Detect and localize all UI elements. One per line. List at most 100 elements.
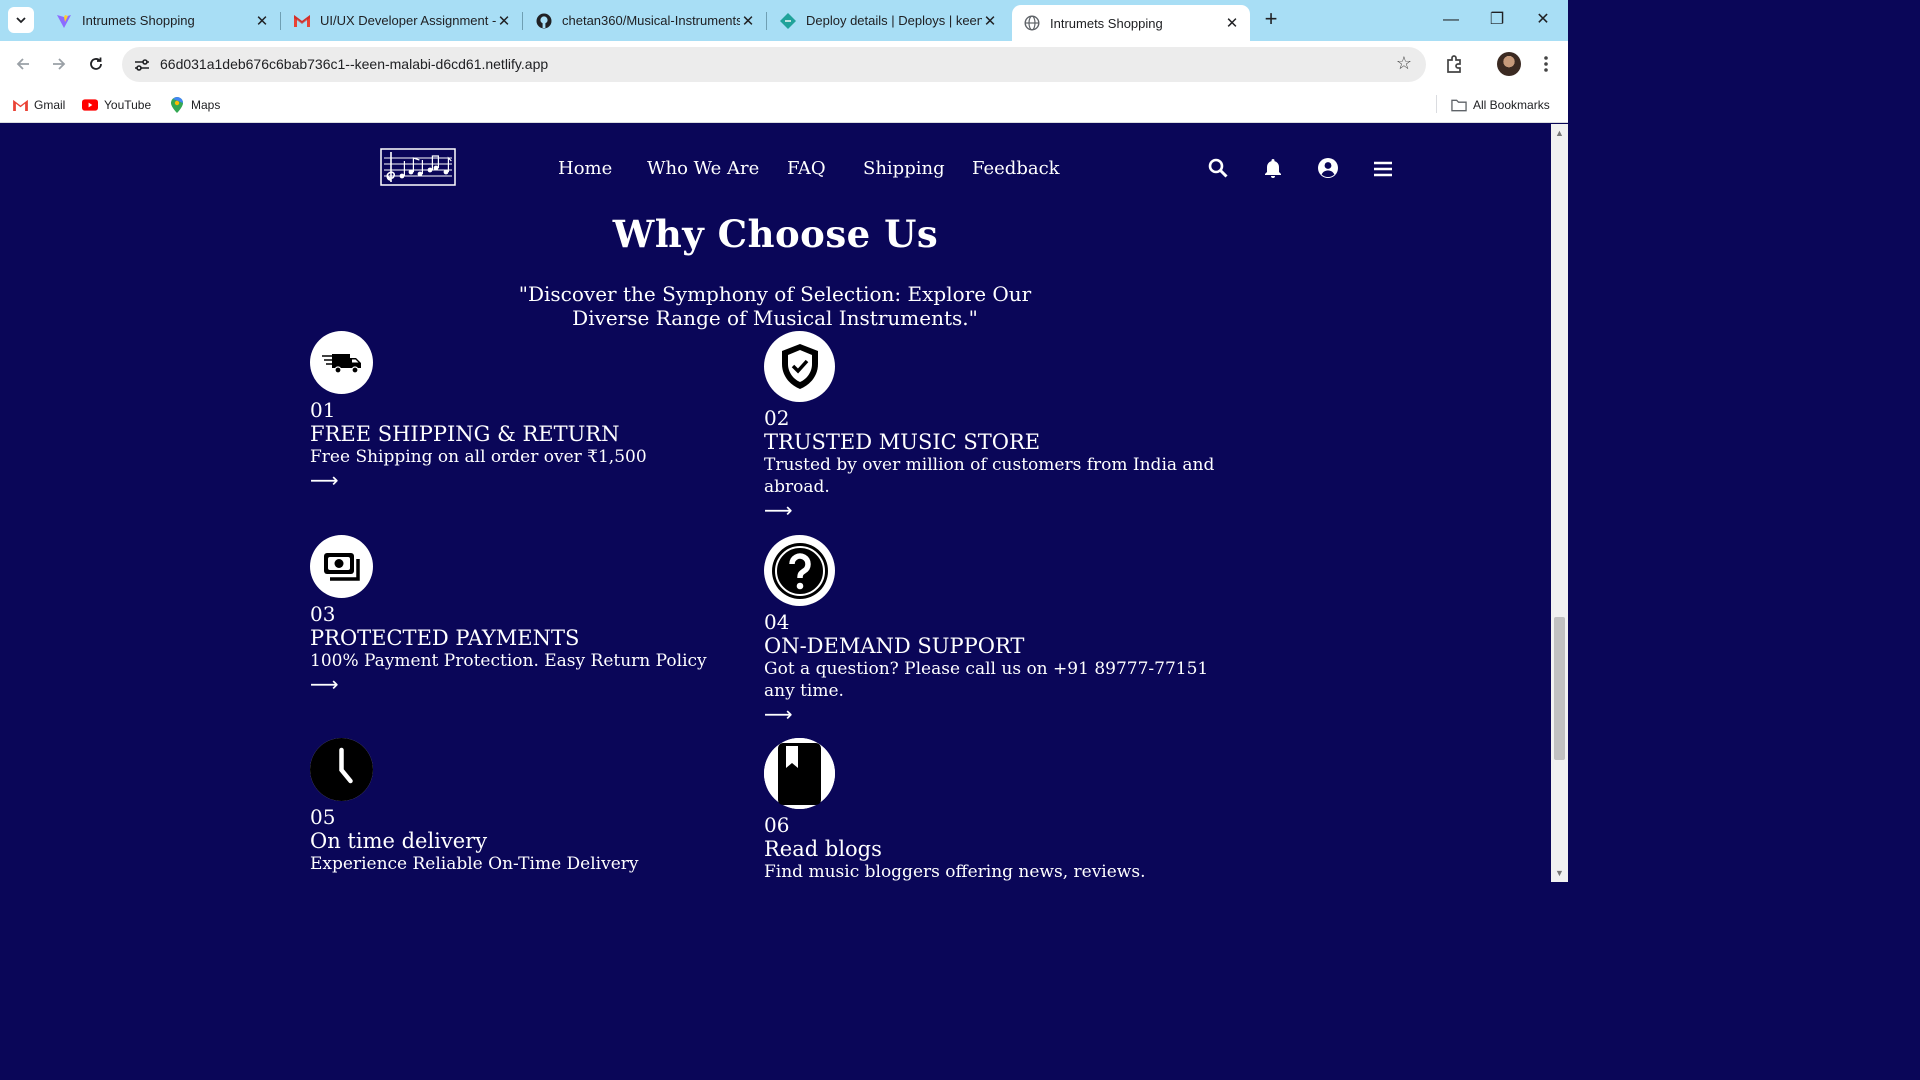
chevron-down-icon xyxy=(16,17,26,24)
browser-tab-5[interactable]: Intrumets Shopping ✕ xyxy=(1012,5,1250,41)
feature-description: Find music bloggers offering news, revie… xyxy=(764,862,1146,882)
browser-tab-2[interactable]: UI/UX Developer Assignment - ✕ xyxy=(282,6,522,35)
arrow-right-icon[interactable]: ⟶ xyxy=(310,877,780,882)
gmail-icon xyxy=(294,13,310,29)
restore-button[interactable]: ❐ xyxy=(1474,6,1520,34)
feature-title: ON-DEMAND SUPPORT xyxy=(764,634,1025,658)
nav-faq[interactable]: FAQ xyxy=(787,158,826,179)
bookmark-youtube[interactable]: YouTube xyxy=(82,96,151,114)
tab-separator xyxy=(766,12,767,30)
tab-title: Deploy details | Deploys | keen- xyxy=(806,13,982,28)
minimize-button[interactable]: — xyxy=(1428,6,1474,34)
back-arrow-icon xyxy=(16,58,29,70)
bookmarks-bar: Gmail YouTube Maps All Bookmarks xyxy=(0,87,1568,123)
more-menu-icon[interactable] xyxy=(1534,52,1558,76)
netlify-icon xyxy=(780,12,796,29)
browser-tab-3[interactable]: chetan360/Musical-Instruments ✕ xyxy=(524,6,766,35)
nav-who-we-are[interactable]: Who We Are xyxy=(647,158,759,179)
address-bar[interactable]: 66d031a1deb676c6bab736c1--keen-malabi-d6… xyxy=(122,47,1426,82)
feature-number: 05 xyxy=(310,805,336,829)
feature-card-2: 02 TRUSTED MUSIC STORE Trusted by over m… xyxy=(764,331,1234,520)
feature-card-5: 05 On time delivery Experience Reliable … xyxy=(310,738,780,882)
page-scrollbar[interactable]: ▲ ▼ xyxy=(1551,124,1568,882)
forward-arrow-icon xyxy=(53,58,66,70)
scroll-down-arrow-icon[interactable]: ▼ xyxy=(1555,868,1564,878)
feature-description: Trusted by over million of customers fro… xyxy=(764,455,1215,497)
github-icon xyxy=(536,13,552,29)
bookmark-label: Maps xyxy=(191,98,221,112)
all-bookmarks-button[interactable]: All Bookmarks xyxy=(1451,96,1550,114)
globe-icon xyxy=(1024,15,1040,31)
bookmark-gmail[interactable]: Gmail xyxy=(12,96,65,114)
section-title: Why Choose Us xyxy=(612,212,939,256)
nav-feedback[interactable]: Feedback xyxy=(972,158,1060,179)
new-tab-button[interactable]: + xyxy=(1259,8,1283,32)
browser-tab-4[interactable]: Deploy details | Deploys | keen- ✕ xyxy=(768,6,1008,35)
feature-number: 03 xyxy=(310,602,336,626)
tab-close-icon[interactable]: ✕ xyxy=(1224,14,1240,32)
feature-description: 100% Payment Protection. Easy Return Pol… xyxy=(310,651,707,671)
scroll-up-arrow-icon[interactable]: ▲ xyxy=(1555,128,1564,138)
site-logo[interactable] xyxy=(380,148,456,186)
arrow-right-icon[interactable]: ⟶ xyxy=(310,470,780,490)
scrollbar-thumb[interactable] xyxy=(1554,617,1565,760)
arrow-right-icon[interactable]: ⟶ xyxy=(310,674,780,694)
bookmarks-divider xyxy=(1436,95,1437,113)
arrow-right-icon[interactable]: ⟶ xyxy=(764,704,1234,724)
reload-button[interactable] xyxy=(81,49,111,79)
tab-search-button[interactable] xyxy=(8,7,34,33)
book-icon xyxy=(764,738,835,809)
truck-icon xyxy=(310,331,373,394)
feature-title: FREE SHIPPING & RETURN xyxy=(310,422,620,446)
bookmark-label: YouTube xyxy=(104,98,152,112)
bookmark-label: Gmail xyxy=(34,98,66,112)
profile-avatar[interactable] xyxy=(1497,52,1521,76)
nav-home[interactable]: Home xyxy=(558,158,612,179)
all-bookmarks-label: All Bookmarks xyxy=(1473,98,1550,112)
extensions-icon[interactable] xyxy=(1442,52,1466,76)
gmail-icon xyxy=(12,98,28,112)
feature-title: PROTECTED PAYMENTS xyxy=(310,626,580,650)
maps-icon xyxy=(169,97,185,113)
tab-title: chetan360/Musical-Instruments xyxy=(562,13,740,28)
bell-icon[interactable] xyxy=(1261,156,1285,180)
feature-number: 02 xyxy=(764,406,790,430)
nav-shipping[interactable]: Shipping xyxy=(863,158,945,179)
close-window-button[interactable]: ✕ xyxy=(1520,6,1566,34)
folder-icon xyxy=(1451,98,1467,112)
question-icon xyxy=(764,535,835,606)
feature-description: Experience Reliable On-Time Delivery xyxy=(310,854,639,874)
tab-close-icon[interactable]: ✕ xyxy=(982,12,998,30)
feature-title: TRUSTED MUSIC STORE xyxy=(764,430,1041,454)
tab-title: Intrumets Shopping xyxy=(82,13,195,28)
search-icon[interactable] xyxy=(1206,156,1230,180)
feature-number: 06 xyxy=(764,813,790,837)
money-icon xyxy=(310,535,373,598)
tab-title: UI/UX Developer Assignment - xyxy=(320,13,496,28)
tab-close-icon[interactable]: ✕ xyxy=(496,12,512,30)
clock-icon xyxy=(310,738,373,801)
browser-tab-strip: Intrumets Shopping ✕ UI/UX Developer Ass… xyxy=(0,0,1568,41)
vite-icon xyxy=(56,13,72,29)
tab-close-icon[interactable]: ✕ xyxy=(254,12,270,30)
tab-close-icon[interactable]: ✕ xyxy=(740,12,756,30)
shield-check-icon xyxy=(764,331,835,402)
arrow-right-icon[interactable]: ⟶ xyxy=(764,500,1234,520)
feature-description: Got a question? Please call us on +91 89… xyxy=(764,659,1209,701)
forward-button[interactable] xyxy=(44,49,74,79)
browser-toolbar: 66d031a1deb676c6bab736c1--keen-malabi-d6… xyxy=(0,41,1568,87)
reload-icon xyxy=(90,57,102,70)
feature-number: 04 xyxy=(764,610,790,634)
bookmark-maps[interactable]: Maps xyxy=(169,96,220,114)
user-account-icon[interactable] xyxy=(1316,156,1340,180)
feature-card-6: 06 Read blogs Find music bloggers offeri… xyxy=(764,738,1234,882)
hamburger-menu-icon[interactable] xyxy=(1371,157,1395,181)
site-settings-icon[interactable] xyxy=(132,55,152,75)
feature-card-1: 01 FREE SHIPPING & RETURN Free Shipping … xyxy=(310,331,780,490)
back-button[interactable] xyxy=(8,49,38,79)
feature-card-4: 04 ON-DEMAND SUPPORT Got a question? Ple… xyxy=(764,535,1234,724)
url-text: 66d031a1deb676c6bab736c1--keen-malabi-d6… xyxy=(160,56,549,72)
browser-tab-1[interactable]: Intrumets Shopping ✕ xyxy=(44,6,280,35)
website-page: Home Who We Are FAQ Shipping Feedback Wh… xyxy=(0,124,1551,882)
bookmark-star-icon[interactable]: ☆ xyxy=(1396,53,1412,74)
